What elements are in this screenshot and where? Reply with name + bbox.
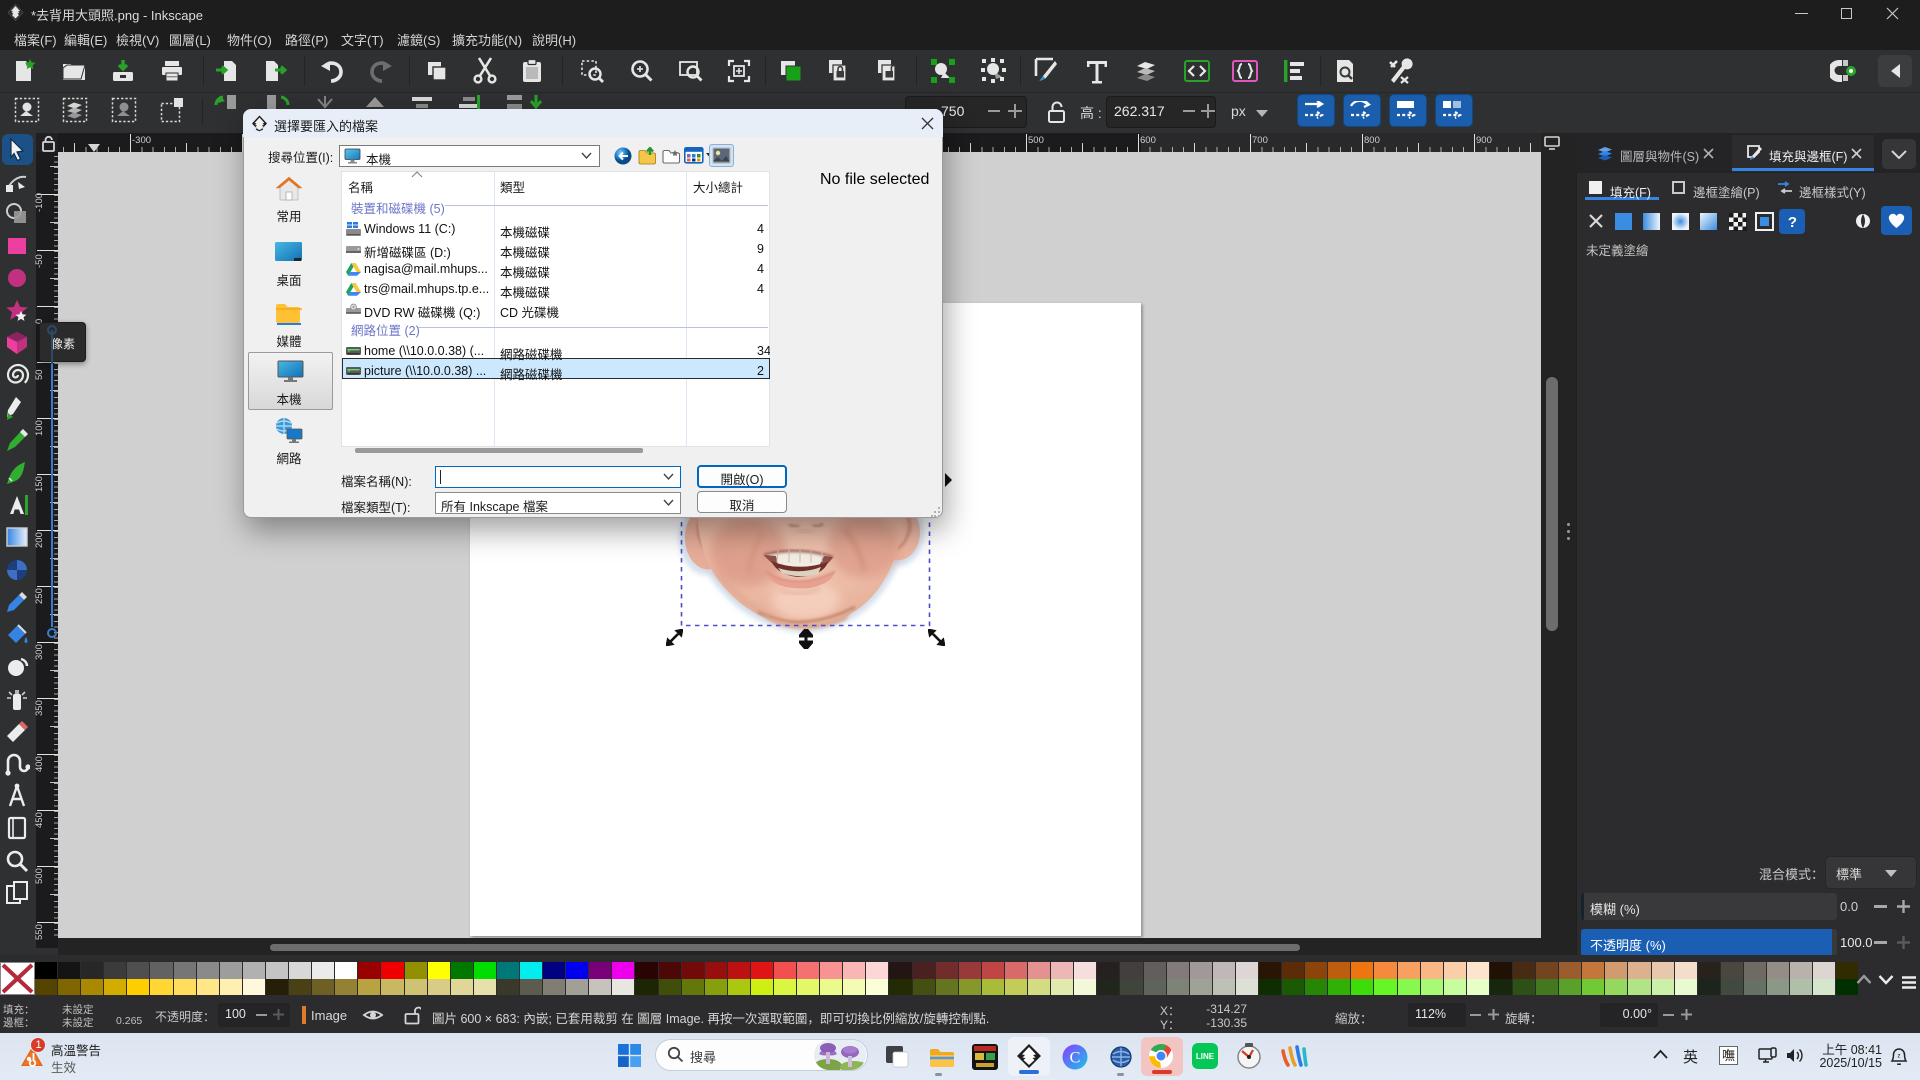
svg-text:?: ?	[1788, 214, 1797, 231]
svg-text:LINE: LINE	[1196, 1052, 1215, 1061]
svg-text:C: C	[1070, 1050, 1081, 1067]
svg-text:z: z	[1897, 1053, 1900, 1060]
